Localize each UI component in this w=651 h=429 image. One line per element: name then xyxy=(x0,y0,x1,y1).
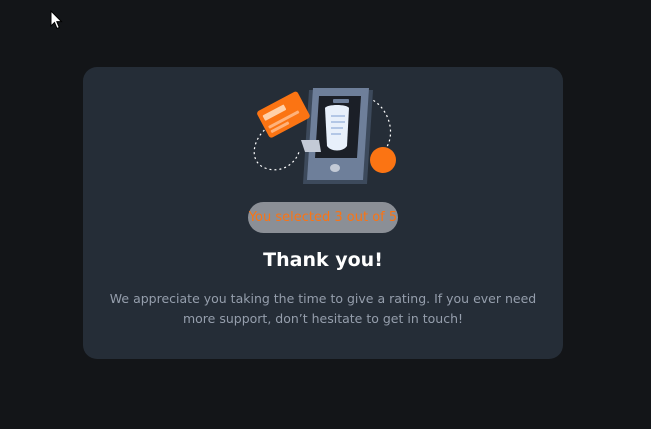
page: You selected 3 out of 5 Thank you! We ap… xyxy=(0,0,651,429)
phone-payment-illustration xyxy=(253,88,396,184)
arrow-cursor-icon xyxy=(50,10,63,30)
thank-you-card: You selected 3 out of 5 Thank you! We ap… xyxy=(83,67,563,359)
thank-you-title: Thank you! xyxy=(263,249,383,271)
selection-badge: You selected 3 out of 5 xyxy=(248,202,398,233)
thank-you-message: We appreciate you taking the time to giv… xyxy=(109,291,537,326)
